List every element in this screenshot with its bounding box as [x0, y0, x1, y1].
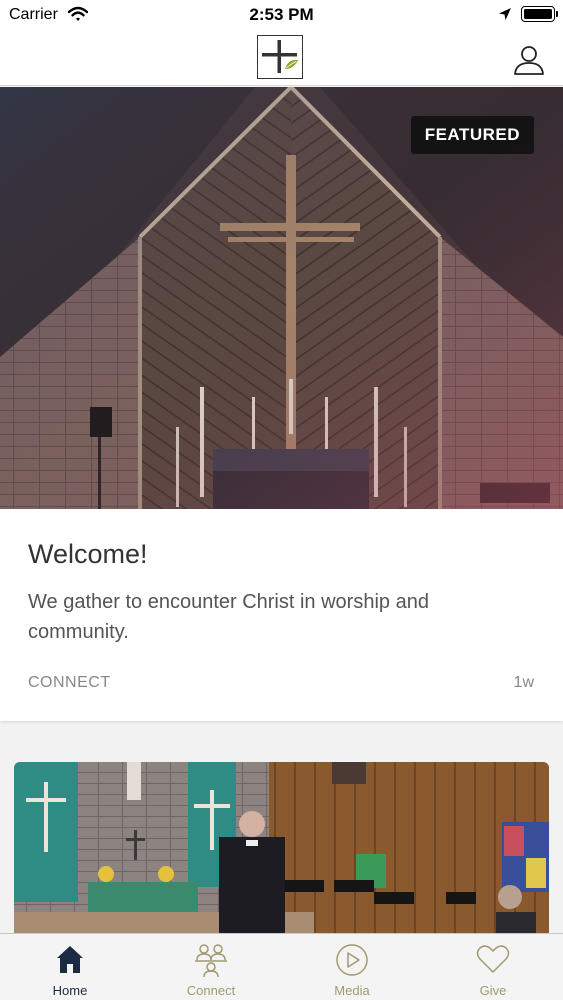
battery-icon [521, 6, 558, 22]
church-logo[interactable] [257, 35, 303, 79]
card-category[interactable]: CONNECT [28, 674, 111, 692]
location-icon [499, 8, 511, 20]
heart-icon [476, 945, 510, 973]
tab-label: Connect [186, 983, 236, 998]
tab-label: Home [52, 983, 88, 998]
profile-icon[interactable] [512, 43, 546, 77]
status-time: 2:53 PM [249, 5, 314, 24]
card-description: We gather to encounter Christ in worship… [28, 591, 429, 643]
tab-give[interactable]: Give [423, 934, 563, 1000]
connect-icon [195, 944, 227, 977]
card-image [14, 762, 549, 933]
featured-card[interactable]: FEATURED Welcome! We gather to encounter… [0, 87, 563, 721]
card-timestamp: 1w [513, 674, 534, 691]
play-icon [336, 944, 368, 976]
status-bar: Carrier 2:53 PM [0, 0, 563, 30]
home-icon [57, 946, 83, 973]
tab-home[interactable]: Home [0, 934, 140, 1000]
tab-bar: Home Connect Media Give [0, 933, 563, 1000]
tab-label: Give [479, 983, 507, 998]
tab-media[interactable]: Media [282, 934, 422, 1000]
content-feed[interactable]: FEATURED Welcome! We gather to encounter… [0, 87, 563, 933]
featured-badge: FEATURED [410, 116, 534, 154]
nav-bar [0, 30, 563, 86]
tab-label: Media [334, 983, 370, 998]
tab-connect[interactable]: Connect [141, 934, 281, 1000]
card-title: Welcome! [28, 539, 148, 569]
content-card[interactable] [14, 762, 549, 933]
